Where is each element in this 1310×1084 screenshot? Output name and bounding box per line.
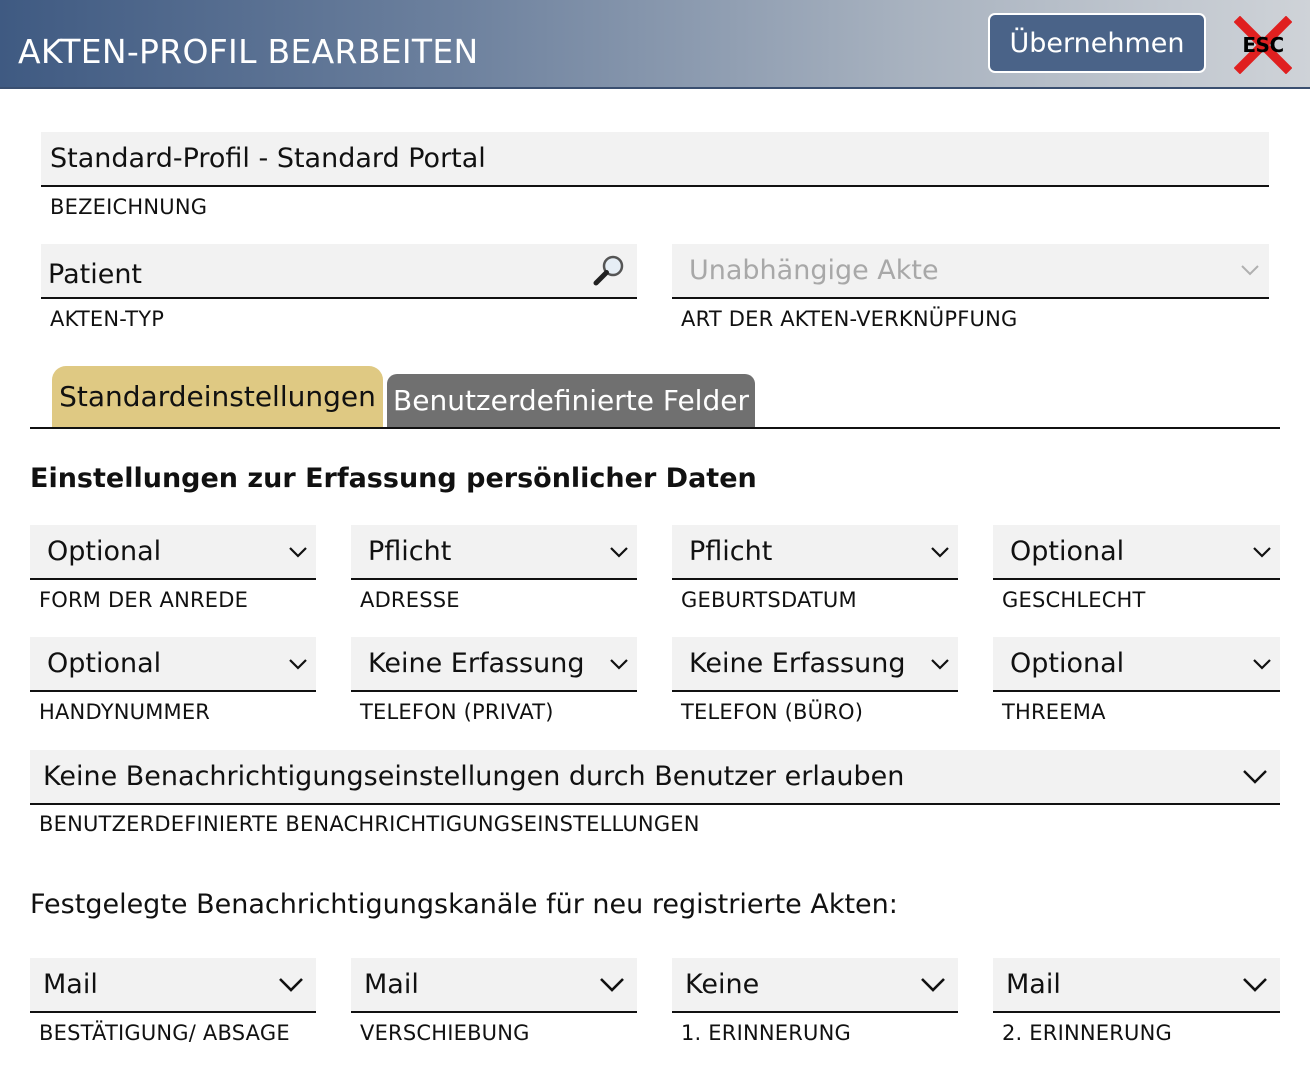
- confirmation-channel-label: BESTÄTIGUNG/ ABSAGE: [39, 1021, 290, 1045]
- custom-notification-select[interactable]: Keine Benachrichtigungseinstellungen dur…: [30, 750, 1280, 805]
- chevron-down-icon: [1243, 977, 1267, 992]
- tab-divider: [30, 427, 1280, 429]
- custom-notification-label: BENUTZERDEFINIERTE BENACHRICHTIGUNGSEINS…: [39, 812, 700, 836]
- record-type-value: Patient: [48, 259, 143, 290]
- chevron-down-icon: [279, 977, 303, 992]
- phone-office-value: Keine Erfassung: [689, 648, 906, 679]
- chevron-down-icon: [289, 546, 307, 558]
- address-label: ADRESSE: [360, 588, 460, 612]
- chevron-down-icon: [931, 546, 949, 558]
- personal-data-heading: Einstellungen zur Erfassung persönlicher…: [30, 463, 757, 494]
- link-type-select[interactable]: Unabhängige Akte: [672, 244, 1269, 299]
- first-reminder-channel-label: 1. ERINNERUNG: [681, 1021, 851, 1045]
- gender-label: GESCHLECHT: [1002, 588, 1146, 612]
- mobile-select[interactable]: Optional: [30, 637, 316, 692]
- chevron-down-icon: [1253, 546, 1271, 558]
- profile-name-input[interactable]: Standard-Profil - Standard Portal: [41, 132, 1269, 187]
- page-title: AKTEN-PROFIL BEARBEITEN: [18, 32, 479, 71]
- salutation-select[interactable]: Optional: [30, 525, 316, 580]
- phone-private-label: TELEFON (PRIVAT): [360, 700, 554, 724]
- salutation-label: FORM DER ANREDE: [39, 588, 249, 612]
- chevron-down-icon: [600, 977, 624, 992]
- tab-custom-fields[interactable]: Benutzerdefinierte Felder: [387, 374, 755, 427]
- link-type-value: Unabhängige Akte: [689, 255, 939, 286]
- threema-label: THREEMA: [1002, 700, 1106, 724]
- record-type-label: AKTEN-TYP: [50, 307, 165, 331]
- threema-select[interactable]: Optional: [993, 637, 1280, 692]
- record-type-field[interactable]: Patient: [41, 244, 637, 299]
- address-select[interactable]: Pflicht: [351, 525, 637, 580]
- birthdate-label: GEBURTSDATUM: [681, 588, 857, 612]
- apply-button[interactable]: Übernehmen: [988, 13, 1206, 73]
- chevron-down-icon: [610, 658, 628, 670]
- confirmation-channel-value: Mail: [43, 969, 98, 1000]
- mobile-value: Optional: [47, 648, 162, 679]
- second-reminder-channel-value: Mail: [1006, 969, 1061, 1000]
- first-reminder-channel-value: Keine: [685, 969, 760, 1000]
- chevron-down-icon: [921, 977, 945, 992]
- esc-label: ESC: [1242, 33, 1284, 57]
- magnifier-icon[interactable]: [591, 253, 627, 289]
- chevron-down-icon: [1253, 658, 1271, 670]
- chevron-down-icon: [289, 658, 307, 670]
- link-type-label: ART DER AKTEN-VERKNÜPFUNG: [681, 307, 1018, 331]
- second-reminder-channel-select[interactable]: Mail: [993, 958, 1280, 1013]
- birthdate-value: Pflicht: [689, 536, 773, 567]
- chevron-down-icon: [1243, 769, 1267, 784]
- header-bar: AKTEN-PROFIL BEARBEITEN Übernehmen ESC: [0, 0, 1310, 89]
- phone-private-value: Keine Erfassung: [368, 648, 585, 679]
- reschedule-channel-value: Mail: [364, 969, 419, 1000]
- second-reminder-channel-label: 2. ERINNERUNG: [1002, 1021, 1172, 1045]
- threema-value: Optional: [1010, 648, 1125, 679]
- salutation-value: Optional: [47, 536, 162, 567]
- confirmation-channel-select[interactable]: Mail: [30, 958, 316, 1013]
- birthdate-select[interactable]: Pflicht: [672, 525, 958, 580]
- mobile-label: HANDYNUMMER: [39, 700, 211, 724]
- gender-value: Optional: [1010, 536, 1125, 567]
- reschedule-channel-label: VERSCHIEBUNG: [360, 1021, 530, 1045]
- chevron-down-icon: [931, 658, 949, 670]
- phone-office-select[interactable]: Keine Erfassung: [672, 637, 958, 692]
- tab-standard-settings[interactable]: Standardeinstellungen: [52, 366, 383, 427]
- phone-office-label: TELEFON (BÜRO): [681, 700, 864, 724]
- chevron-down-icon: [610, 546, 628, 558]
- chevron-down-icon: [1241, 265, 1259, 276]
- profile-name-label: BEZEICHNUNG: [50, 195, 208, 219]
- reschedule-channel-select[interactable]: Mail: [351, 958, 637, 1013]
- custom-notification-value: Keine Benachrichtigungseinstellungen dur…: [43, 761, 905, 792]
- channels-heading: Festgelegte Benachrichtigungskanäle für …: [30, 889, 898, 920]
- phone-private-select[interactable]: Keine Erfassung: [351, 637, 637, 692]
- esc-close-button[interactable]: ESC: [1234, 16, 1292, 74]
- profile-name-value: Standard-Profil - Standard Portal: [50, 143, 486, 174]
- address-value: Pflicht: [368, 536, 452, 567]
- first-reminder-channel-select[interactable]: Keine: [672, 958, 958, 1013]
- gender-select[interactable]: Optional: [993, 525, 1280, 580]
